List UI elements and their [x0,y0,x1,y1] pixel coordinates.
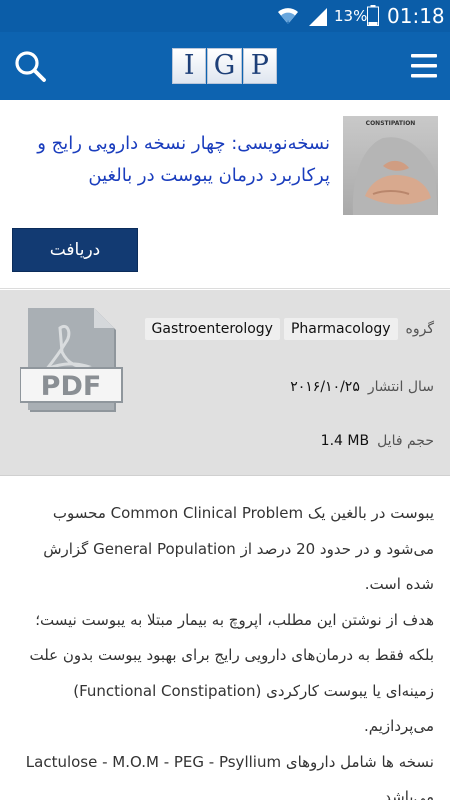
wifi-icon: + [278,8,298,26]
file-size-row: حجم فایل 1.4 MB [321,433,434,449]
battery-icon [367,5,379,26]
app-bar: I G P [0,32,450,100]
publish-date-value: ۲۰۱۶/۱۰/۲۵ [290,379,360,395]
battery-percent: 13% [334,7,368,25]
article-thumbnail: CONSTIPATION [343,116,438,215]
logo-letter: I [172,48,207,84]
pdf-file-icon: PDF [20,308,123,412]
file-size-label: حجم فایل [377,433,434,449]
pdf-icon-label: PDF [41,371,102,402]
body-paragraph: یبوست در بالغین یک Common Clinical Probl… [43,504,434,593]
article-title: نسخه‌نویسی: چهار نسخه دارویی رایج و پرکا… [37,133,330,186]
publish-date-label: سال انتشار [367,379,434,395]
search-icon[interactable] [12,48,48,84]
group-row: گروه Pharmacology Gastroenterology [141,318,434,340]
thumbnail-caption: CONSTIPATION [365,120,416,127]
hamburger-menu-icon[interactable] [408,50,440,82]
group-tag[interactable]: Pharmacology [283,318,398,340]
signal-icon [309,8,327,26]
group-tag[interactable]: Gastroenterology [144,318,280,340]
logo-letter: P [242,48,277,84]
status-bar: + 13% 01:18 [0,0,450,32]
publish-date-row: سال انتشار ۲۰۱۶/۱۰/۲۵ [290,379,434,395]
article-body: یبوست در بالغین یک Common Clinical Probl… [16,496,434,800]
download-button[interactable]: دریافت [12,228,138,272]
logo-letter: G [207,48,242,84]
body-paragraph: هدف از نوشتن این مطلب، اپروچ به بیمار مب… [29,610,434,736]
article-header: نسخه‌نویسی: چهار نسخه دارویی رایج و پرکا… [0,100,450,289]
file-info-panel: PDF گروه Pharmacology Gastroenterology س… [0,290,450,476]
file-size-value: 1.4 MB [320,433,370,449]
svg-text:+: + [285,19,291,26]
body-paragraph: نسخه ها شامل داروهای Lactulose - M.O.M -… [25,752,434,800]
clock: 01:18 [387,4,445,28]
group-label: گروه [405,321,435,337]
thumbnail-illustration [352,137,438,215]
app-logo[interactable]: I G P [172,48,278,84]
